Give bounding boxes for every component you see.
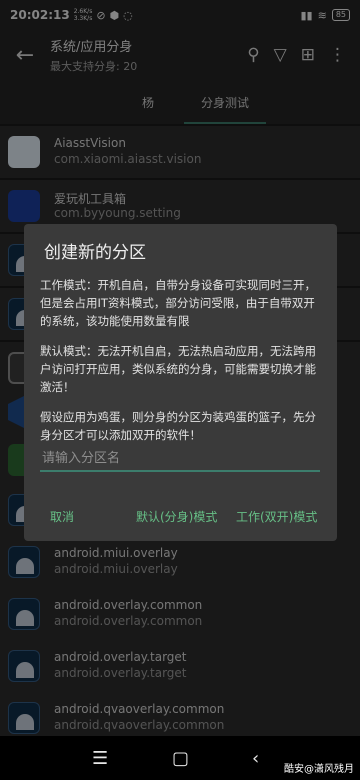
- menu-icon[interactable]: ☰: [92, 748, 108, 769]
- home-icon[interactable]: ▢: [172, 748, 189, 769]
- partition-name-input[interactable]: [40, 446, 320, 472]
- back-icon[interactable]: ‹: [252, 748, 259, 769]
- cancel-button[interactable]: 取消: [50, 508, 74, 525]
- dialog-message: 工作模式：开机自启，自带分身设备可实现同时三开，但是会占用IT资料模式，部分访问…: [40, 276, 324, 456]
- partition-explanation: 假设应用为鸡蛋，则分身的分区为装鸡蛋的篮子，先分身分区才可以添加双开的软件！: [40, 410, 316, 442]
- navigation-bar: ☰ ▢ ‹ 酷安@潇风残月: [0, 736, 360, 780]
- default-mode-button[interactable]: 默认(分身)模式: [136, 508, 217, 525]
- default-mode-description: 默认模式：无法开机自启，无法热启动应用，无法跨用户访问打开应用，类似系统的分身，…: [40, 344, 316, 394]
- dialog-title: 创建新的分区: [44, 243, 146, 263]
- create-partition-dialog: 创建新的分区 工作模式：开机自启，自带分身设备可实现同时三开，但是会占用IT资料…: [24, 224, 337, 541]
- work-mode-button[interactable]: 工作(双开)模式: [236, 508, 317, 525]
- work-mode-description: 工作模式：开机自启，自带分身设备可实现同时三开，但是会占用IT资料模式，部分访问…: [40, 278, 316, 328]
- watermark: 酷安@潇风残月: [284, 764, 354, 775]
